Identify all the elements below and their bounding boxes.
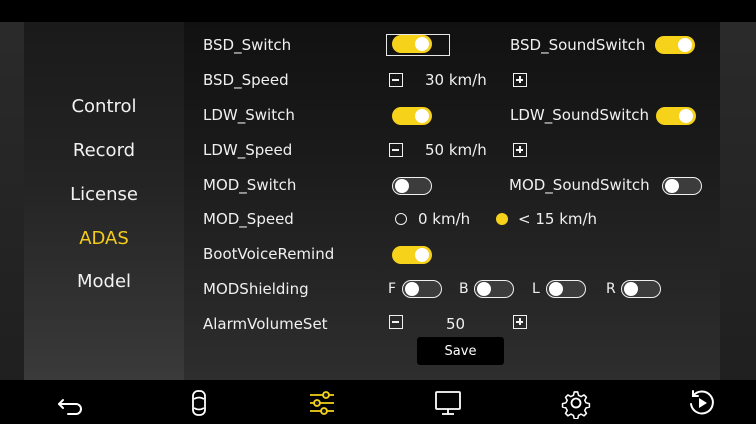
save-button[interactable]: Save <box>417 337 504 365</box>
mod-speed-radio-15[interactable] <box>496 213 508 225</box>
sidebar: Control Record License ADAS Model <box>24 22 184 380</box>
bsd-switch-label: BSD_Switch <box>203 36 292 54</box>
boot-voice-remind-label: BootVoiceRemind <box>203 245 335 263</box>
shielding-front-label: F <box>388 281 397 297</box>
ldw-speed-label: LDW_Speed <box>203 141 293 159</box>
boot-voice-remind-toggle[interactable] <box>392 246 432 264</box>
mod-speed-radio-0[interactable] <box>395 213 407 225</box>
shielding-back-label: B <box>459 281 469 297</box>
sidebar-item-license[interactable]: License <box>24 184 184 205</box>
shielding-right-label: R <box>606 281 616 297</box>
mod-sound-switch-label: MOD_SoundSwitch <box>509 176 650 194</box>
shielding-left-toggle[interactable] <box>546 280 586 298</box>
alarm-volume-label: AlarmVolumeSet <box>203 315 328 333</box>
alarm-volume-plus-button[interactable] <box>513 315 527 329</box>
sidebar-item-adas[interactable]: ADAS <box>24 228 184 249</box>
bsd-speed-label: BSD_Speed <box>203 71 289 89</box>
alarm-volume-value: 50 <box>446 315 466 333</box>
bsd-sound-switch-label: BSD_SoundSwitch <box>510 36 646 54</box>
ldw-speed-plus-button[interactable] <box>513 143 527 157</box>
bottom-bar <box>0 380 756 424</box>
mod-switch-toggle[interactable] <box>392 177 432 195</box>
shielding-front-toggle[interactable] <box>402 280 442 298</box>
gear-icon[interactable] <box>560 387 592 420</box>
top-bar <box>0 0 756 22</box>
replay-icon[interactable] <box>686 387 718 419</box>
mod-sound-switch-toggle[interactable] <box>662 177 702 195</box>
sliders-icon[interactable] <box>306 387 338 419</box>
monitor-icon[interactable] <box>432 387 464 419</box>
sidebar-item-model[interactable]: Model <box>24 271 184 292</box>
bsd-speed-value: 30 km/h <box>425 71 487 89</box>
mod-speed-option-15: < 15 km/h <box>518 210 598 228</box>
bsd-speed-minus-button[interactable] <box>389 73 403 87</box>
ldw-speed-value: 50 km/h <box>425 141 487 159</box>
alarm-volume-minus-button[interactable] <box>389 315 403 329</box>
bsd-sound-switch-toggle[interactable] <box>655 36 695 54</box>
ldw-sound-switch-label: LDW_SoundSwitch <box>510 106 650 124</box>
mod-speed-option-0: 0 km/h <box>418 210 471 228</box>
shielding-left-label: L <box>532 281 540 297</box>
shielding-back-toggle[interactable] <box>474 280 514 298</box>
ldw-switch-label: LDW_Switch <box>203 106 295 124</box>
mod-switch-label: MOD_Switch <box>203 176 297 194</box>
mod-speed-label: MOD_Speed <box>203 210 294 228</box>
shielding-right-toggle[interactable] <box>621 280 661 298</box>
ldw-switch-toggle[interactable] <box>392 107 432 125</box>
back-icon[interactable] <box>54 387 86 419</box>
sidebar-item-record[interactable]: Record <box>24 140 184 161</box>
car-icon[interactable] <box>183 387 215 419</box>
sidebar-item-control[interactable]: Control <box>24 96 184 117</box>
ldw-sound-switch-toggle[interactable] <box>656 107 696 125</box>
mod-shielding-label: MODShielding <box>203 280 309 298</box>
bsd-switch-toggle[interactable] <box>392 35 432 53</box>
ldw-speed-minus-button[interactable] <box>389 143 403 157</box>
bsd-speed-plus-button[interactable] <box>513 73 527 87</box>
